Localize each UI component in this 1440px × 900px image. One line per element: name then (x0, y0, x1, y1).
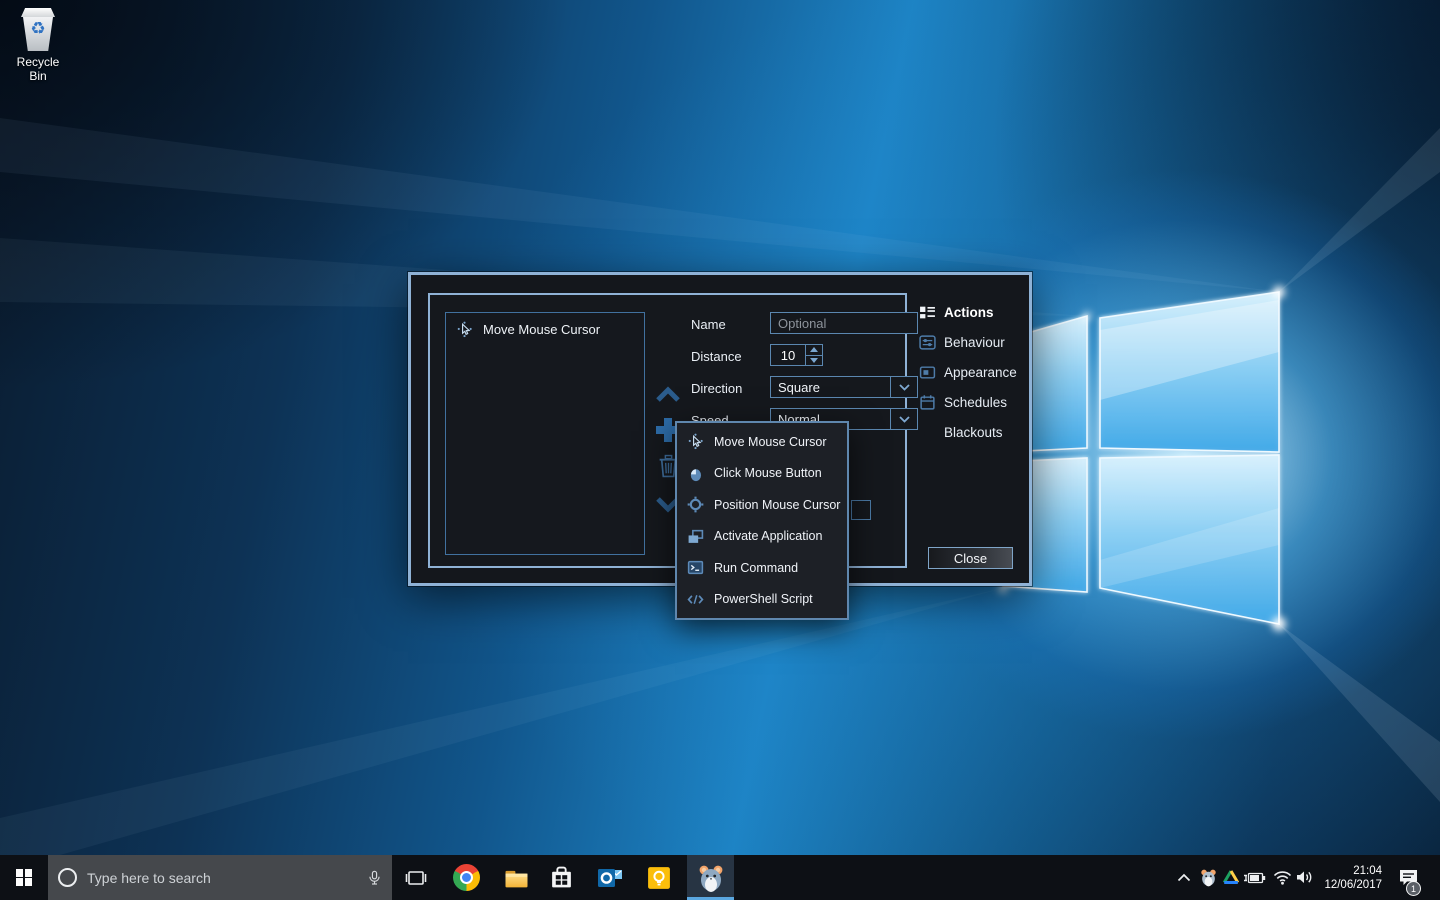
menu-item-label: Click Mouse Button (714, 466, 822, 480)
name-label: Name (691, 317, 726, 332)
taskbar-app-outlook[interactable] (587, 855, 633, 900)
taskbar: Type here to search (0, 855, 1440, 900)
tray-google-drive-icon[interactable] (1219, 855, 1243, 900)
desktop: ♻ Recycle Bin Move Mouse Cursor (0, 0, 1440, 900)
nav-item-label: Schedules (944, 395, 1007, 410)
position-mouse-cursor-icon (687, 496, 704, 513)
taskbar-app-move-mouse-active[interactable] (687, 855, 734, 900)
google-keep-icon (647, 866, 671, 890)
menu-item-label: Activate Application (714, 529, 822, 543)
google-drive-icon (1222, 869, 1240, 886)
recycle-bin-label: Recycle Bin (8, 55, 68, 83)
wifi-icon (1273, 870, 1292, 885)
nav-item-appearance[interactable]: Appearance (919, 361, 1029, 383)
direction-select[interactable]: Square (770, 376, 918, 398)
recycle-bin-icon: ♻ (21, 8, 55, 52)
triangle-down-icon (810, 358, 818, 363)
distance-decrement-button[interactable] (806, 356, 822, 366)
blackouts-moon-icon (919, 424, 936, 441)
actions-list-item-label: Move Mouse Cursor (483, 322, 600, 337)
windows-start-icon (16, 869, 33, 886)
menu-item-label: Position Mouse Cursor (714, 498, 840, 512)
battery-plug-icon (1243, 871, 1267, 885)
taskbar-search[interactable]: Type here to search (48, 855, 392, 900)
distance-label: Distance (691, 349, 742, 364)
powershell-script-icon (687, 591, 704, 608)
move-up-button[interactable] (652, 381, 684, 407)
chevron-down-icon (899, 384, 910, 391)
triangle-up-icon (810, 347, 818, 352)
appearance-icon (919, 364, 936, 381)
menu-item-activate-application[interactable]: Activate Application (677, 521, 847, 551)
schedules-icon (919, 394, 936, 411)
close-button[interactable]: Close (928, 547, 1013, 569)
task-view-button[interactable] (394, 855, 438, 900)
taskbar-app-store[interactable] (538, 855, 584, 900)
move-mouse-tray-icon (1199, 868, 1218, 887)
taskbar-clock[interactable]: 21:04 12/06/2017 (1312, 855, 1382, 900)
menu-item-label: Move Mouse Cursor (714, 435, 827, 449)
clock-date: 12/06/2017 (1324, 878, 1382, 892)
move-mouse-cursor-icon (456, 321, 473, 338)
file-explorer-icon (503, 867, 530, 889)
microsoft-store-icon (549, 866, 574, 890)
menu-item-powershell-script[interactable]: PowerShell Script (677, 584, 847, 614)
nav-item-label: Behaviour (944, 335, 1005, 350)
menu-item-label: Run Command (714, 561, 798, 575)
tray-battery-icon[interactable] (1243, 855, 1267, 900)
distance-increment-button[interactable] (806, 345, 822, 356)
menu-item-label: PowerShell Script (714, 592, 813, 606)
name-input[interactable] (770, 312, 918, 334)
nav-item-blackouts[interactable]: Blackouts (919, 421, 1029, 443)
nav-item-label: Blackouts (944, 425, 1003, 440)
actions-list-item[interactable]: Move Mouse Cursor (446, 313, 644, 345)
microphone-icon[interactable] (367, 869, 382, 887)
cortana-icon (58, 868, 77, 887)
actions-list[interactable]: Move Mouse Cursor (445, 312, 645, 555)
direction-value: Square (771, 377, 890, 397)
distance-stepper[interactable]: 10 (770, 344, 823, 366)
chevron-up-icon (654, 386, 682, 403)
tray-move-mouse-icon[interactable] (1196, 855, 1220, 900)
option-checkbox[interactable] (851, 500, 871, 520)
activate-application-icon (687, 528, 704, 545)
menu-item-position-mouse-cursor[interactable]: Position Mouse Cursor (677, 490, 847, 520)
tray-wifi-icon[interactable] (1270, 855, 1294, 900)
taskbar-app-file-explorer[interactable] (493, 855, 539, 900)
clock-time: 21:04 (1353, 864, 1382, 878)
add-action-menu: Move Mouse Cursor Click Mouse Button Pos… (675, 421, 849, 620)
close-button-label: Close (954, 551, 987, 566)
direction-label: Direction (691, 381, 742, 396)
nav-item-schedules[interactable]: Schedules (919, 391, 1029, 413)
behaviour-icon (919, 334, 936, 351)
actions-icon (919, 304, 936, 321)
taskbar-app-chrome[interactable] (443, 855, 489, 900)
nav-item-label: Actions (944, 305, 994, 320)
task-view-icon (404, 868, 428, 888)
chevron-up-icon (1177, 873, 1191, 882)
move-mouse-app-icon (696, 863, 726, 893)
menu-item-move-mouse-cursor[interactable]: Move Mouse Cursor (677, 427, 847, 457)
direction-dropdown-button[interactable] (890, 377, 917, 397)
menu-item-run-command[interactable]: Run Command (677, 553, 847, 583)
run-command-icon (687, 559, 704, 576)
menu-item-click-mouse-button[interactable]: Click Mouse Button (677, 458, 847, 488)
recycle-bin-shortcut[interactable]: ♻ Recycle Bin (8, 8, 68, 83)
taskbar-app-keep[interactable] (636, 855, 682, 900)
distance-value: 10 (771, 345, 805, 365)
chevron-down-icon (899, 416, 910, 423)
chrome-icon (453, 864, 480, 891)
outlook-icon (597, 866, 623, 890)
speed-dropdown-button[interactable] (890, 409, 917, 429)
nav-item-behaviour[interactable]: Behaviour (919, 331, 1029, 353)
notification-badge: 1 (1406, 881, 1421, 896)
move-mouse-cursor-icon (687, 433, 704, 450)
tray-show-hidden-icons[interactable] (1172, 855, 1196, 900)
search-placeholder: Type here to search (87, 870, 357, 886)
nav-item-actions[interactable]: Actions (919, 301, 1029, 323)
nav-item-label: Appearance (944, 365, 1017, 380)
start-button[interactable] (0, 855, 48, 900)
click-mouse-button-icon (687, 465, 704, 482)
